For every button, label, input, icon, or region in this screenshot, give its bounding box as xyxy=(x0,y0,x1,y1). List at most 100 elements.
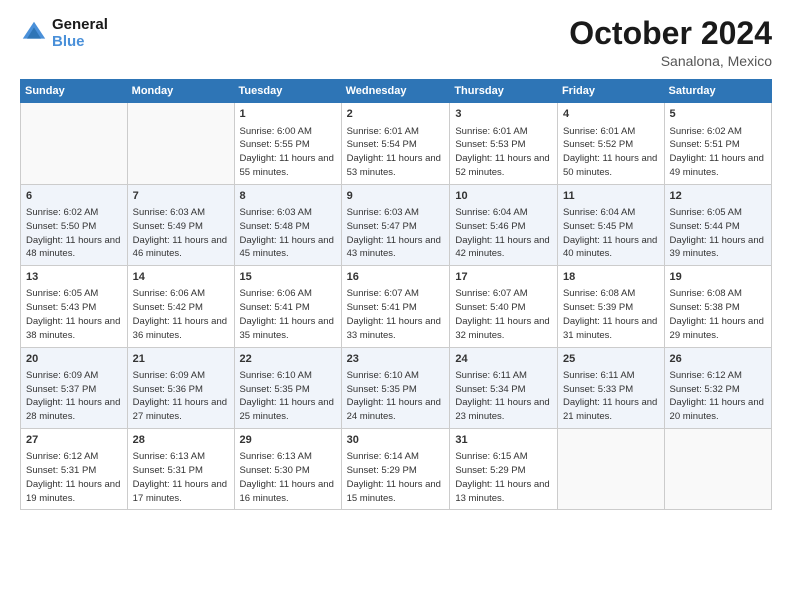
week-row-5: 27Sunrise: 6:12 AMSunset: 5:31 PMDayligh… xyxy=(21,429,772,510)
day-number: 31 xyxy=(455,433,552,448)
calendar-cell: 28 Sunrise: 6:13 AMSunset: 5:31 PMDayligh… xyxy=(127,429,234,510)
day-info: Sunrise: 6:01 AMSunset: 5:54 PMDaylight:… xyxy=(347,125,445,180)
location: Sanalona, Mexico xyxy=(569,53,772,69)
calendar-cell xyxy=(557,429,664,510)
day-info: Sunrise: 6:05 AMSunset: 5:43 PMDaylight:… xyxy=(26,287,122,342)
header-sunday: Sunday xyxy=(21,80,128,103)
month-title: October 2024 xyxy=(569,16,772,51)
day-number: 4 xyxy=(563,107,659,122)
calendar-cell: 26Sunrise: 6:12 AMSunset: 5:32 PMDayligh… xyxy=(664,347,771,428)
day-number: 15 xyxy=(240,270,336,285)
logo-text-general: General xyxy=(52,16,108,33)
calendar-cell: 18 Sunrise: 6:08 AMSunset: 5:39 PMDayligh… xyxy=(557,266,664,347)
calendar-header: Sunday Monday Tuesday Wednesday Thursday… xyxy=(21,80,772,103)
day-info: Sunrise: 6:09 AMSunset: 5:36 PMDaylight:… xyxy=(133,369,229,424)
calendar-cell xyxy=(127,103,234,184)
day-number: 18 xyxy=(563,270,659,285)
calendar-cell: 20Sunrise: 6:09 AMSunset: 5:37 PMDayligh… xyxy=(21,347,128,428)
calendar-cell: 5Sunrise: 6:02 AMSunset: 5:51 PMDaylight… xyxy=(664,103,771,184)
day-number: 23 xyxy=(347,352,445,367)
calendar-cell: 2 Sunrise: 6:01 AMSunset: 5:54 PMDaylight… xyxy=(341,103,450,184)
calendar-cell: 9Sunrise: 6:03 AMSunset: 5:47 PMDaylight… xyxy=(341,184,450,265)
day-info: Sunrise: 6:12 AMSunset: 5:31 PMDaylight:… xyxy=(26,450,122,505)
day-info: Sunrise: 6:11 AMSunset: 5:33 PMDaylight:… xyxy=(563,369,659,424)
calendar-cell: 17Sunrise: 6:07 AMSunset: 5:40 PMDayligh… xyxy=(450,266,558,347)
logo-icon xyxy=(20,19,48,47)
week-row-4: 20Sunrise: 6:09 AMSunset: 5:37 PMDayligh… xyxy=(21,347,772,428)
week-row-1: 1 Sunrise: 6:00 AMSunset: 5:55 PMDaylight… xyxy=(21,103,772,184)
calendar-cell: 25 Sunrise: 6:11 AMSunset: 5:33 PMDayligh… xyxy=(557,347,664,428)
day-info: Sunrise: 6:02 AMSunset: 5:51 PMDaylight:… xyxy=(670,125,766,180)
day-number: 19 xyxy=(670,270,766,285)
header: General Blue October 2024 Sanalona, Mexi… xyxy=(20,16,772,69)
day-number: 9 xyxy=(347,189,445,204)
day-info: Sunrise: 6:10 AMSunset: 5:35 PMDaylight:… xyxy=(240,369,336,424)
calendar-cell: 31 Sunrise: 6:15 AMSunset: 5:29 PMDayligh… xyxy=(450,429,558,510)
calendar-cell: 27Sunrise: 6:12 AMSunset: 5:31 PMDayligh… xyxy=(21,429,128,510)
day-number: 7 xyxy=(133,189,229,204)
day-info: Sunrise: 6:15 AMSunset: 5:29 PMDaylight:… xyxy=(455,450,552,505)
calendar-cell: 1 Sunrise: 6:00 AMSunset: 5:55 PMDaylight… xyxy=(234,103,341,184)
calendar-cell: 6Sunrise: 6:02 AMSunset: 5:50 PMDaylight… xyxy=(21,184,128,265)
day-number: 16 xyxy=(347,270,445,285)
day-number: 25 xyxy=(563,352,659,367)
header-monday: Monday xyxy=(127,80,234,103)
day-info: Sunrise: 6:13 AMSunset: 5:30 PMDaylight:… xyxy=(240,450,336,505)
calendar-cell: 14Sunrise: 6:06 AMSunset: 5:42 PMDayligh… xyxy=(127,266,234,347)
calendar-cell: 19 Sunrise: 6:08 AMSunset: 5:38 PMDayligh… xyxy=(664,266,771,347)
header-wednesday: Wednesday xyxy=(341,80,450,103)
day-number: 20 xyxy=(26,352,122,367)
day-number: 28 xyxy=(133,433,229,448)
day-number: 21 xyxy=(133,352,229,367)
header-thursday: Thursday xyxy=(450,80,558,103)
day-info: Sunrise: 6:10 AMSunset: 5:35 PMDaylight:… xyxy=(347,369,445,424)
calendar-body: 1 Sunrise: 6:00 AMSunset: 5:55 PMDaylight… xyxy=(21,103,772,510)
day-info: Sunrise: 6:00 AMSunset: 5:55 PMDaylight:… xyxy=(240,125,336,180)
calendar-cell: 15 Sunrise: 6:06 AMSunset: 5:41 PMDayligh… xyxy=(234,266,341,347)
day-info: Sunrise: 6:01 AMSunset: 5:52 PMDaylight:… xyxy=(563,125,659,180)
calendar-cell: 8Sunrise: 6:03 AMSunset: 5:48 PMDaylight… xyxy=(234,184,341,265)
day-info: Sunrise: 6:03 AMSunset: 5:49 PMDaylight:… xyxy=(133,206,229,261)
day-number: 30 xyxy=(347,433,445,448)
calendar-cell: 16 Sunrise: 6:07 AMSunset: 5:41 PMDayligh… xyxy=(341,266,450,347)
day-info: Sunrise: 6:01 AMSunset: 5:53 PMDaylight:… xyxy=(455,125,552,180)
day-info: Sunrise: 6:13 AMSunset: 5:31 PMDaylight:… xyxy=(133,450,229,505)
week-row-2: 6Sunrise: 6:02 AMSunset: 5:50 PMDaylight… xyxy=(21,184,772,265)
title-block: October 2024 Sanalona, Mexico xyxy=(569,16,772,69)
logo: General Blue xyxy=(20,16,108,51)
day-info: Sunrise: 6:08 AMSunset: 5:38 PMDaylight:… xyxy=(670,287,766,342)
week-row-3: 13 Sunrise: 6:05 AMSunset: 5:43 PMDayligh… xyxy=(21,266,772,347)
calendar-cell: 29 Sunrise: 6:13 AMSunset: 5:30 PMDayligh… xyxy=(234,429,341,510)
day-number: 26 xyxy=(670,352,766,367)
day-number: 22 xyxy=(240,352,336,367)
day-info: Sunrise: 6:04 AMSunset: 5:46 PMDaylight:… xyxy=(455,206,552,261)
day-number: 14 xyxy=(133,270,229,285)
calendar-cell: 21 Sunrise: 6:09 AMSunset: 5:36 PMDayligh… xyxy=(127,347,234,428)
calendar-cell: 12 Sunrise: 6:05 AMSunset: 5:44 PMDayligh… xyxy=(664,184,771,265)
day-info: Sunrise: 6:05 AMSunset: 5:44 PMDaylight:… xyxy=(670,206,766,261)
day-info: Sunrise: 6:14 AMSunset: 5:29 PMDaylight:… xyxy=(347,450,445,505)
calendar-cell: 24 Sunrise: 6:11 AMSunset: 5:34 PMDayligh… xyxy=(450,347,558,428)
day-number: 3 xyxy=(455,107,552,122)
day-info: Sunrise: 6:07 AMSunset: 5:41 PMDaylight:… xyxy=(347,287,445,342)
logo-text-blue: Blue xyxy=(52,33,108,50)
day-number: 6 xyxy=(26,189,122,204)
day-number: 24 xyxy=(455,352,552,367)
calendar-cell: 11Sunrise: 6:04 AMSunset: 5:45 PMDayligh… xyxy=(557,184,664,265)
day-number: 2 xyxy=(347,107,445,122)
day-number: 13 xyxy=(26,270,122,285)
weekday-header-row: Sunday Monday Tuesday Wednesday Thursday… xyxy=(21,80,772,103)
calendar-cell: 4 Sunrise: 6:01 AMSunset: 5:52 PMDaylight… xyxy=(557,103,664,184)
day-info: Sunrise: 6:11 AMSunset: 5:34 PMDaylight:… xyxy=(455,369,552,424)
day-number: 1 xyxy=(240,107,336,122)
day-info: Sunrise: 6:04 AMSunset: 5:45 PMDaylight:… xyxy=(563,206,659,261)
day-number: 8 xyxy=(240,189,336,204)
calendar-cell: 30 Sunrise: 6:14 AMSunset: 5:29 PMDayligh… xyxy=(341,429,450,510)
day-info: Sunrise: 6:08 AMSunset: 5:39 PMDaylight:… xyxy=(563,287,659,342)
calendar-cell: 10Sunrise: 6:04 AMSunset: 5:46 PMDayligh… xyxy=(450,184,558,265)
header-friday: Friday xyxy=(557,80,664,103)
calendar-cell: 3 Sunrise: 6:01 AMSunset: 5:53 PMDaylight… xyxy=(450,103,558,184)
day-number: 12 xyxy=(670,189,766,204)
day-info: Sunrise: 6:06 AMSunset: 5:41 PMDaylight:… xyxy=(240,287,336,342)
day-number: 29 xyxy=(240,433,336,448)
